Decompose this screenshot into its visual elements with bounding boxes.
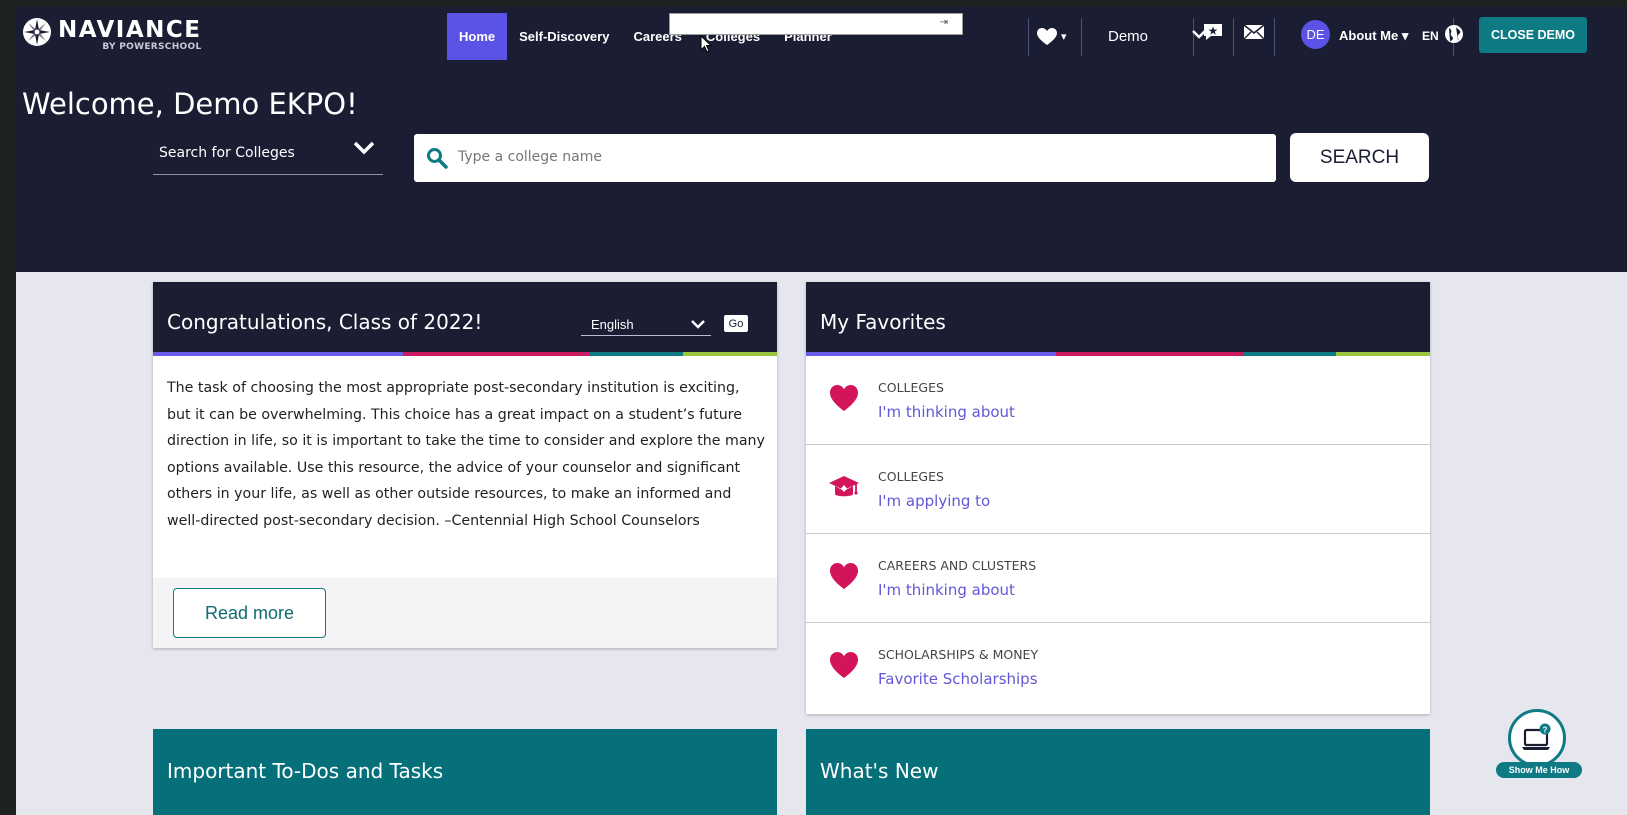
heart-icon — [830, 652, 858, 678]
color-stripe — [153, 352, 777, 356]
compass-logo-icon — [23, 18, 51, 46]
brand-name: NAVIANCE — [58, 17, 202, 43]
heart-icon — [1037, 27, 1057, 45]
congrats-message: The task of choosing the most appropriat… — [167, 380, 765, 529]
header-divider — [1274, 18, 1275, 56]
favorite-category: CAREERS AND CLUSTERS — [878, 558, 1037, 573]
go-button[interactable]: Go — [724, 315, 748, 332]
card-title: Congratulations, Class of 2022! — [167, 310, 483, 334]
favorite-category: SCHOLARSHIPS & MONEY — [878, 647, 1039, 662]
pin-icon[interactable]: ⇥ — [940, 17, 948, 28]
my-favorites-card: My Favorites COLLEGES I'm thinking about — [806, 282, 1430, 714]
header-divider — [1081, 18, 1082, 56]
search-placeholder: Type a college name — [458, 149, 602, 165]
favorite-category: COLLEGES — [878, 469, 944, 484]
blank-popup[interactable]: ⇥ — [669, 13, 963, 35]
language-code[interactable]: EN — [1422, 29, 1439, 43]
card-title: What's New — [820, 759, 939, 783]
favorite-link[interactable]: Favorite Scholarships — [878, 670, 1038, 688]
nav-home[interactable]: Home — [447, 13, 508, 60]
language-select-value: English — [591, 317, 634, 332]
todos-card: Important To-Dos and Tasks — [153, 729, 777, 815]
card-header: My Favorites — [806, 282, 1430, 356]
about-me-menu[interactable]: About Me ▾ — [1339, 28, 1408, 44]
favorite-item-scholarships[interactable]: SCHOLARSHIPS & MONEY Favorite Scholarshi… — [806, 623, 1430, 712]
search-icon — [427, 148, 448, 169]
page-title: Welcome, Demo EKPO! — [22, 87, 358, 121]
heart-icon — [830, 563, 858, 589]
heart-icon — [830, 385, 858, 411]
naviance-logo[interactable]: NAVIANCE BY POWERSCHOOL — [22, 16, 202, 52]
card-header: Congratulations, Class of 2022! English … — [153, 282, 777, 356]
demo-select[interactable]: Demo — [1108, 13, 1206, 60]
search-type-select[interactable]: Search for Colleges — [153, 135, 383, 175]
read-more-button[interactable]: Read more — [173, 588, 326, 638]
window-frame-top — [0, 0, 1627, 7]
favorite-category: COLLEGES — [878, 380, 944, 395]
mail-icon[interactable] — [1243, 23, 1265, 41]
show-me-how-button[interactable]: ? — [1508, 709, 1566, 767]
chevron-down-icon — [353, 141, 375, 155]
search-type-value: Search for Colleges — [159, 145, 295, 161]
search-button[interactable]: SEARCH — [1290, 133, 1429, 182]
show-me-how-label: Show Me How — [1496, 762, 1582, 778]
globe-icon[interactable] — [1444, 24, 1464, 44]
whats-new-card: What's New — [806, 729, 1430, 815]
favorite-item-colleges-applying[interactable]: COLLEGES I'm applying to — [806, 445, 1430, 534]
laptop-help-icon: ? — [1522, 723, 1551, 750]
header-divider — [1028, 18, 1029, 56]
mouse-cursor-icon — [700, 35, 712, 53]
favorite-item-careers-thinking[interactable]: CAREERS AND CLUSTERS I'm thinking about — [806, 534, 1430, 623]
header-divider — [1233, 18, 1234, 56]
college-search-input[interactable]: Type a college name — [414, 134, 1276, 182]
language-select[interactable]: English — [581, 314, 711, 336]
card-title: Important To-Dos and Tasks — [167, 759, 444, 783]
favorite-link[interactable]: I'm thinking about — [878, 581, 1015, 599]
favorite-link[interactable]: I'm applying to — [878, 492, 990, 510]
favorite-link[interactable]: I'm thinking about — [878, 403, 1015, 421]
window-frame-left — [0, 0, 16, 815]
caret-down-icon: ▾ — [1061, 30, 1067, 43]
congratulations-card: Congratulations, Class of 2022! English … — [153, 282, 777, 648]
feedback-icon[interactable] — [1202, 23, 1224, 41]
favorites-dropdown[interactable]: ▾ — [1037, 13, 1067, 60]
card-footer: Read more — [153, 578, 777, 648]
hero-banner: NAVIANCE BY POWERSCHOOL Home Self-Discov… — [16, 7, 1627, 272]
nav-self-discovery[interactable]: Self-Discovery — [507, 13, 621, 60]
naviance-app: NAVIANCE BY POWERSCHOOL Home Self-Discov… — [16, 7, 1627, 815]
avatar[interactable]: DE — [1301, 20, 1330, 49]
demo-select-value: Demo — [1108, 28, 1149, 45]
brand-subtitle: BY POWERSCHOOL — [102, 42, 202, 52]
favorite-item-colleges-thinking[interactable]: COLLEGES I'm thinking about — [806, 356, 1430, 445]
close-demo-button[interactable]: CLOSE DEMO — [1479, 17, 1587, 53]
graduation-cap-icon — [829, 476, 859, 497]
chevron-down-icon — [691, 320, 705, 329]
card-title: My Favorites — [820, 310, 946, 334]
show-me-how-widget[interactable]: ? Show Me How — [1496, 709, 1582, 779]
svg-text:?: ? — [1543, 726, 1548, 735]
